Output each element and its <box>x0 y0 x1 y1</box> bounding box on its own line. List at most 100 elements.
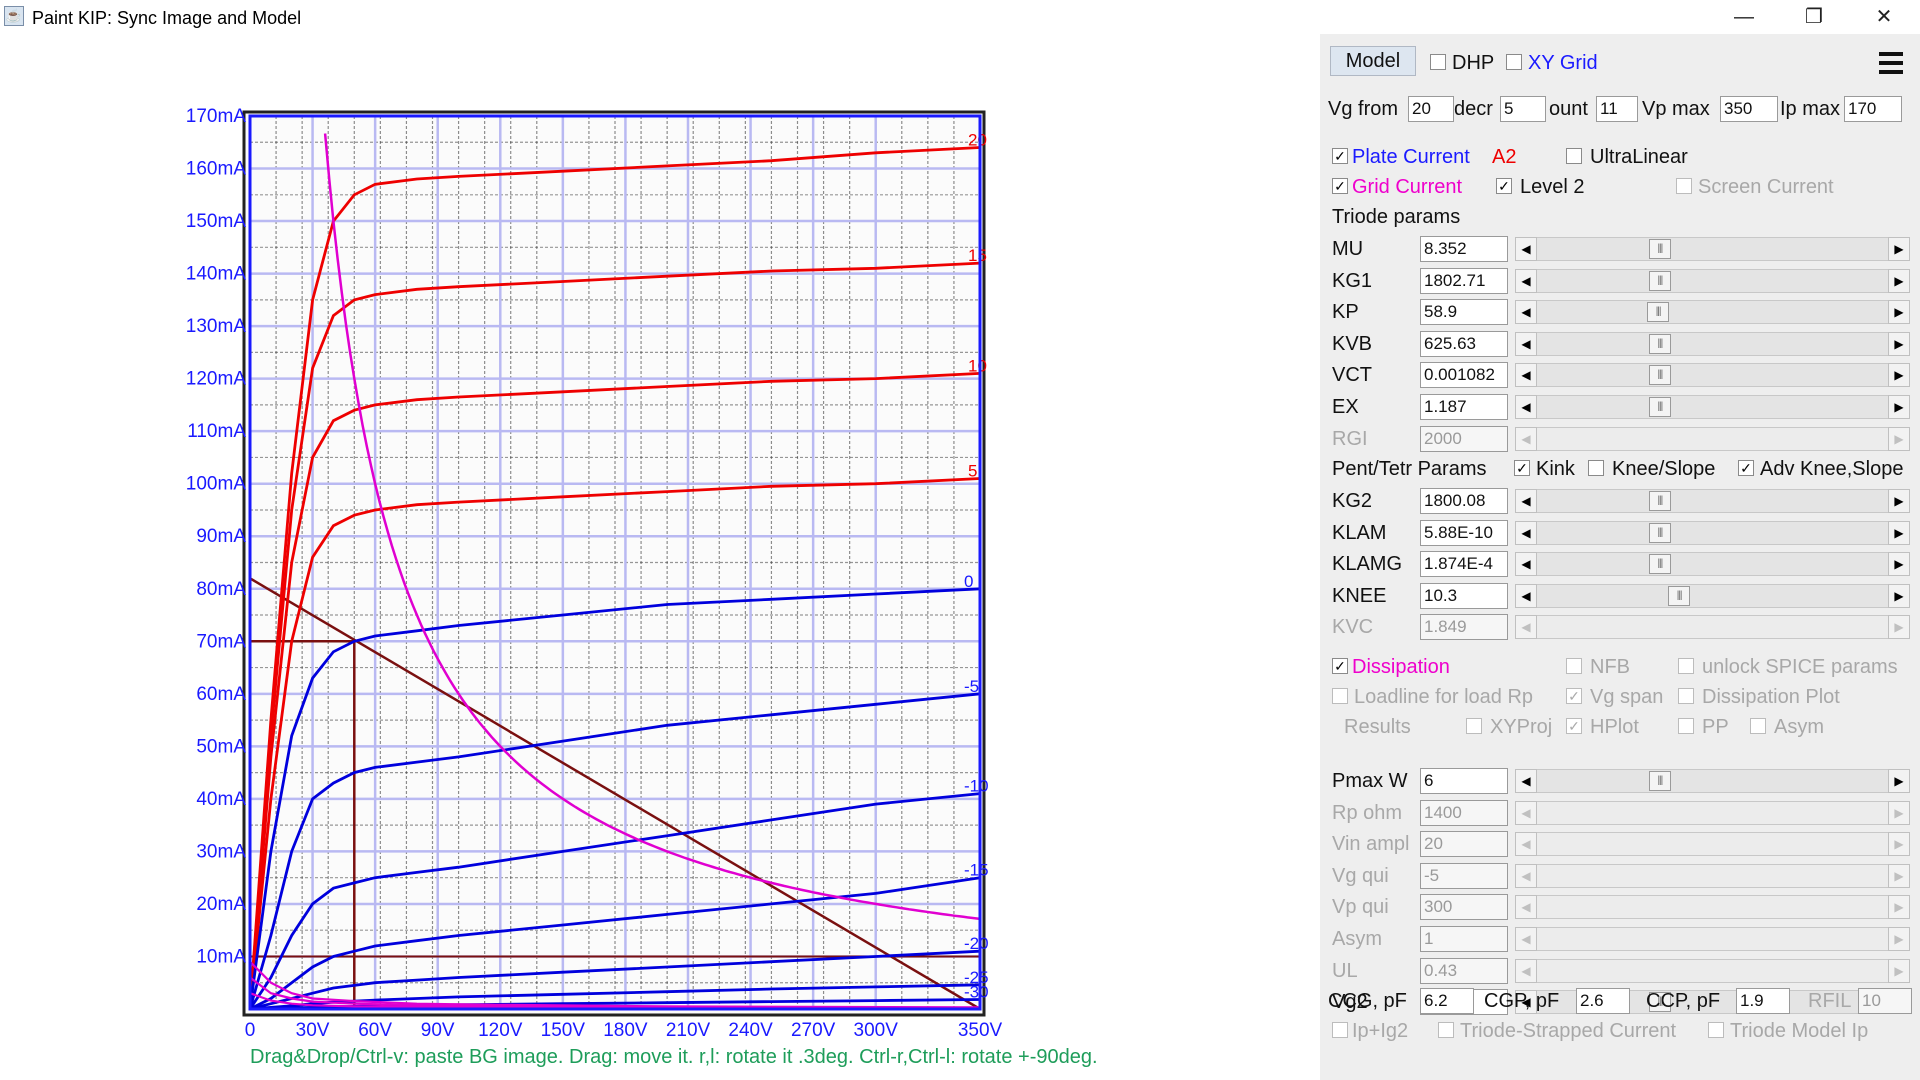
scroll-right-icon[interactable]: ▶ <box>1888 520 1910 545</box>
slider-track[interactable] <box>1537 832 1888 857</box>
scroll-left-icon[interactable]: ◀ <box>1515 769 1537 793</box>
pmax-w-slider[interactable]: ◀ ||| ▶ <box>1515 769 1910 793</box>
slider-track[interactable] <box>1537 426 1888 451</box>
slider-track[interactable] <box>1537 863 1888 888</box>
slider-thumb[interactable]: ||| <box>1648 491 1671 511</box>
scroll-left-icon[interactable]: ◀ <box>1515 300 1537 325</box>
kg2-field[interactable]: 1800.08 <box>1420 488 1508 514</box>
scroll-right-icon[interactable]: ▶ <box>1888 426 1910 451</box>
scroll-left-icon[interactable]: ◀ <box>1515 800 1537 825</box>
slider-track[interactable]: ||| <box>1537 520 1888 545</box>
asym-slider[interactable]: ◀ ▶ <box>1515 927 1910 951</box>
vin-ampl-slider[interactable]: ◀ ▶ <box>1515 832 1910 857</box>
ipmax-field[interactable]: 170 <box>1844 96 1902 122</box>
ccg-field[interactable]: 6.2 <box>1420 988 1474 1014</box>
knee-field[interactable]: 10.3 <box>1420 582 1508 609</box>
slider-track[interactable]: ||| <box>1537 395 1888 419</box>
ccp-field[interactable]: 1.9 <box>1736 988 1790 1014</box>
scroll-right-icon[interactable]: ▶ <box>1888 958 1910 983</box>
klam-field[interactable]: 5.88E-10 <box>1420 519 1508 546</box>
scroll-right-icon[interactable]: ▶ <box>1888 615 1910 640</box>
triode-strapped-checkbox[interactable] <box>1438 1022 1454 1038</box>
slider-thumb[interactable]: ||| <box>1648 554 1671 575</box>
scroll-right-icon[interactable]: ▶ <box>1888 300 1910 325</box>
rgi-field[interactable]: 2000 <box>1420 425 1508 452</box>
slider-track[interactable]: ||| <box>1537 552 1888 577</box>
vg-from-field[interactable]: 20 <box>1408 96 1454 122</box>
rp-ohm-slider[interactable]: ◀ ▶ <box>1515 800 1910 825</box>
slider-thumb[interactable]: ||| <box>1647 302 1670 323</box>
scroll-left-icon[interactable]: ◀ <box>1515 395 1537 419</box>
vg-qui-field[interactable]: -5 <box>1420 862 1508 889</box>
slider-track[interactable]: ||| <box>1537 300 1888 325</box>
kp-field[interactable]: 58.9 <box>1420 299 1508 326</box>
asym-field[interactable]: 1 <box>1420 926 1508 952</box>
slider-track[interactable]: ||| <box>1537 489 1888 513</box>
xyproj-checkbox[interactable] <box>1466 718 1482 734</box>
scroll-left-icon[interactable]: ◀ <box>1515 489 1537 513</box>
level2-checkbox[interactable]: ✓ <box>1496 178 1512 194</box>
scroll-left-icon[interactable]: ◀ <box>1515 832 1537 857</box>
slider-track[interactable]: ||| <box>1537 268 1888 293</box>
count-field[interactable]: 11 <box>1596 96 1638 122</box>
scroll-right-icon[interactable]: ▶ <box>1888 863 1910 888</box>
kg1-field[interactable]: 1802.71 <box>1420 267 1508 294</box>
decr-field[interactable]: 5 <box>1500 96 1546 122</box>
rfil-field[interactable]: 10 <box>1858 988 1912 1014</box>
scroll-right-icon[interactable]: ▶ <box>1888 769 1910 793</box>
slider-thumb[interactable]: ||| <box>1648 239 1671 259</box>
scroll-left-icon[interactable]: ◀ <box>1515 363 1537 388</box>
pmax-w-field[interactable]: 6 <box>1420 768 1508 794</box>
slider-thumb[interactable]: ||| <box>1648 270 1671 291</box>
slider-thumb[interactable]: ||| <box>1648 522 1671 543</box>
ul-field[interactable]: 0.43 <box>1420 957 1508 984</box>
scroll-right-icon[interactable]: ▶ <box>1888 800 1910 825</box>
scroll-right-icon[interactable]: ▶ <box>1888 331 1910 356</box>
slider-track[interactable]: ||| <box>1537 769 1888 793</box>
scroll-left-icon[interactable]: ◀ <box>1515 331 1537 356</box>
scroll-right-icon[interactable]: ▶ <box>1888 832 1910 857</box>
dissipation-checkbox[interactable]: ✓ <box>1332 658 1348 674</box>
slider-track[interactable] <box>1537 895 1888 920</box>
vg-qui-slider[interactable]: ◀ ▶ <box>1515 863 1910 888</box>
vpmax-field[interactable]: 350 <box>1720 96 1778 122</box>
klamg-field[interactable]: 1.874E-4 <box>1420 551 1508 578</box>
ip-ig2-checkbox[interactable] <box>1332 1022 1348 1038</box>
scroll-left-icon[interactable]: ◀ <box>1515 552 1537 577</box>
close-button[interactable]: ✕ <box>1850 0 1918 34</box>
grid-current-checkbox[interactable]: ✓ <box>1332 178 1348 194</box>
slider-track[interactable]: ||| <box>1537 331 1888 356</box>
vin-ampl-field[interactable]: 20 <box>1420 831 1508 858</box>
unlock-spice-checkbox[interactable] <box>1678 658 1694 674</box>
restore-button[interactable]: ❐ <box>1780 0 1848 34</box>
kvb-field[interactable]: 625.63 <box>1420 330 1508 357</box>
rp-ohm-field[interactable]: 1400 <box>1420 799 1508 826</box>
vp-qui-field[interactable]: 300 <box>1420 894 1508 921</box>
slider-track[interactable] <box>1537 958 1888 983</box>
kvc-field[interactable]: 1.849 <box>1420 614 1508 641</box>
klam-slider[interactable]: ◀ ||| ▶ <box>1515 520 1910 545</box>
slider-thumb[interactable]: ||| <box>1648 397 1671 417</box>
mu-slider[interactable]: ◀ ||| ▶ <box>1515 237 1910 261</box>
rgi-slider[interactable]: ◀ ▶ <box>1515 426 1910 451</box>
dhp-checkbox[interactable] <box>1430 54 1446 70</box>
slider-track[interactable]: ||| <box>1537 363 1888 388</box>
scroll-left-icon[interactable]: ◀ <box>1515 863 1537 888</box>
scroll-right-icon[interactable]: ▶ <box>1888 363 1910 388</box>
xygrid-checkbox[interactable] <box>1506 54 1522 70</box>
slider-thumb[interactable]: ||| <box>1648 333 1671 354</box>
plate-current-checkbox[interactable]: ✓ <box>1332 148 1348 164</box>
asym-checkbox[interactable] <box>1750 718 1766 734</box>
scroll-right-icon[interactable]: ▶ <box>1888 395 1910 419</box>
cgp-field[interactable]: 2.6 <box>1576 988 1630 1014</box>
plot-area[interactable]: 5 10 15 20 0 -5 -10 -15 -20 -25 -30 10mA 20mA 30mA 40… <box>0 34 1320 1080</box>
slider-track[interactable] <box>1537 615 1888 640</box>
scroll-right-icon[interactable]: ▶ <box>1888 583 1910 608</box>
triode-model-ip-checkbox[interactable] <box>1708 1022 1724 1038</box>
vg-span-checkbox[interactable]: ✓ <box>1566 688 1582 704</box>
kvc-slider[interactable]: ◀ ▶ <box>1515 615 1910 640</box>
slider-track[interactable] <box>1537 800 1888 825</box>
ul-slider[interactable]: ◀ ▶ <box>1515 958 1910 983</box>
vct-slider[interactable]: ◀ ||| ▶ <box>1515 363 1910 388</box>
knee-slope-checkbox[interactable] <box>1588 460 1604 476</box>
